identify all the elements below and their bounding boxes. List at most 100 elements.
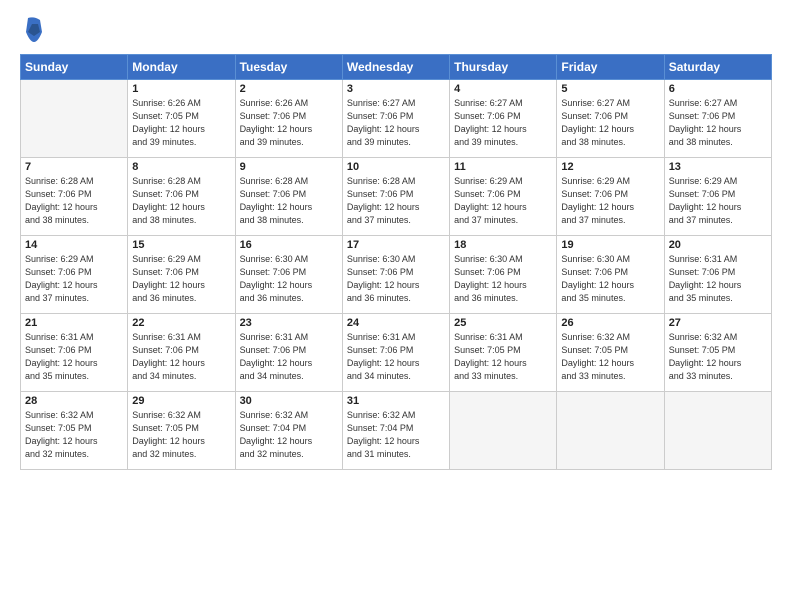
day-number: 1 xyxy=(132,83,230,95)
calendar-cell: 27Sunrise: 6:32 AM Sunset: 7:05 PM Dayli… xyxy=(664,314,771,392)
day-number: 28 xyxy=(25,395,123,407)
logo xyxy=(20,16,44,44)
day-number: 4 xyxy=(454,83,552,95)
calendar-cell xyxy=(557,392,664,470)
day-number: 18 xyxy=(454,239,552,251)
cell-info: Sunrise: 6:28 AM Sunset: 7:06 PM Dayligh… xyxy=(25,175,123,227)
calendar-cell: 23 Sunrise: 6:31 AM Sunset: 7:06 PM Dayli… xyxy=(235,314,342,392)
day-header-sunday: Sunday xyxy=(21,55,128,80)
day-number: 11 xyxy=(454,161,552,173)
calendar-cell xyxy=(664,392,771,470)
calendar-cell: 10Sunrise: 6:28 AM Sunset: 7:06 PM Dayli… xyxy=(342,158,449,236)
day-header-wednesday: Wednesday xyxy=(342,55,449,80)
calendar-cell xyxy=(450,392,557,470)
header xyxy=(20,16,772,44)
day-number: 24 xyxy=(347,317,445,329)
calendar-cell: 30 Sunrise: 6:32 AM Sunset: 7:04 PM Dayli… xyxy=(235,392,342,470)
cell-info: Sunrise: 6:29 AM Sunset: 7:06 PM Dayligh… xyxy=(669,175,767,227)
day-number: 25 xyxy=(454,317,552,329)
calendar-cell: 9 Sunrise: 6:28 AM Sunset: 7:06 PM Daylig… xyxy=(235,158,342,236)
cell-info: Sunrise: 6:31 AM Sunset: 7:06 PM Dayligh… xyxy=(347,331,445,383)
cell-info: Sunrise: 6:28 AM Sunset: 7:06 PM Dayligh… xyxy=(347,175,445,227)
calendar-cell: 25 Sunrise: 6:31 AM Sunset: 7:05 PM Dayli… xyxy=(450,314,557,392)
cell-info: Sunrise: 6:29 AM Sunset: 7:06 PM Dayligh… xyxy=(25,253,123,305)
day-header-saturday: Saturday xyxy=(664,55,771,80)
calendar-cell: 18 Sunrise: 6:30 AM Sunset: 7:06 PM Dayli… xyxy=(450,236,557,314)
day-number: 22 xyxy=(132,317,230,329)
calendar-cell: 20 Sunrise: 6:31 AM Sunset: 7:06 PM Dayli… xyxy=(664,236,771,314)
cell-info: Sunrise: 6:26 AM Sunset: 7:05 PM Dayligh… xyxy=(132,97,230,149)
day-number: 26 xyxy=(561,317,659,329)
day-number: 14 xyxy=(25,239,123,251)
day-number: 6 xyxy=(669,83,767,95)
calendar-cell: 11Sunrise: 6:29 AM Sunset: 7:06 PM Dayli… xyxy=(450,158,557,236)
calendar-cell: 3 Sunrise: 6:27 AM Sunset: 7:06 PM Daylig… xyxy=(342,80,449,158)
calendar-cell: 16 Sunrise: 6:30 AM Sunset: 7:06 PM Dayli… xyxy=(235,236,342,314)
week-row-5: 28 Sunrise: 6:32 AM Sunset: 7:05 PM Dayli… xyxy=(21,392,772,470)
cell-info: Sunrise: 6:32 AM Sunset: 7:05 PM Dayligh… xyxy=(25,409,123,461)
day-number: 2 xyxy=(240,83,338,95)
calendar-cell: 31 Sunrise: 6:32 AM Sunset: 7:04 PM Dayli… xyxy=(342,392,449,470)
cell-info: Sunrise: 6:32 AM Sunset: 7:04 PM Dayligh… xyxy=(347,409,445,461)
week-row-4: 21 Sunrise: 6:31 AM Sunset: 7:06 PM Dayli… xyxy=(21,314,772,392)
calendar-cell: 7 Sunrise: 6:28 AM Sunset: 7:06 PM Daylig… xyxy=(21,158,128,236)
day-number: 12 xyxy=(561,161,659,173)
calendar-cell: 22 Sunrise: 6:31 AM Sunset: 7:06 PM Dayli… xyxy=(128,314,235,392)
cell-info: Sunrise: 6:31 AM Sunset: 7:06 PM Dayligh… xyxy=(240,331,338,383)
cell-info: Sunrise: 6:30 AM Sunset: 7:06 PM Dayligh… xyxy=(240,253,338,305)
calendar-cell: 19Sunrise: 6:30 AM Sunset: 7:06 PM Dayli… xyxy=(557,236,664,314)
cell-info: Sunrise: 6:32 AM Sunset: 7:05 PM Dayligh… xyxy=(669,331,767,383)
calendar-page: SundayMondayTuesdayWednesdayThursdayFrid… xyxy=(0,0,792,612)
cell-info: Sunrise: 6:26 AM Sunset: 7:06 PM Dayligh… xyxy=(240,97,338,149)
day-header-thursday: Thursday xyxy=(450,55,557,80)
calendar-cell: 17 Sunrise: 6:30 AM Sunset: 7:06 PM Dayli… xyxy=(342,236,449,314)
cell-info: Sunrise: 6:31 AM Sunset: 7:06 PM Dayligh… xyxy=(25,331,123,383)
day-number: 16 xyxy=(240,239,338,251)
calendar-cell: 13Sunrise: 6:29 AM Sunset: 7:06 PM Dayli… xyxy=(664,158,771,236)
cell-info: Sunrise: 6:32 AM Sunset: 7:05 PM Dayligh… xyxy=(132,409,230,461)
calendar-cell xyxy=(21,80,128,158)
calendar-cell: 1 Sunrise: 6:26 AM Sunset: 7:05 PM Daylig… xyxy=(128,80,235,158)
cell-info: Sunrise: 6:32 AM Sunset: 7:04 PM Dayligh… xyxy=(240,409,338,461)
calendar-cell: 26 Sunrise: 6:32 AM Sunset: 7:05 PM Dayli… xyxy=(557,314,664,392)
calendar-cell: 8 Sunrise: 6:28 AM Sunset: 7:06 PM Daylig… xyxy=(128,158,235,236)
day-number: 23 xyxy=(240,317,338,329)
calendar-cell: 2 Sunrise: 6:26 AM Sunset: 7:06 PM Daylig… xyxy=(235,80,342,158)
cell-info: Sunrise: 6:32 AM Sunset: 7:05 PM Dayligh… xyxy=(561,331,659,383)
cell-info: Sunrise: 6:31 AM Sunset: 7:06 PM Dayligh… xyxy=(669,253,767,305)
cell-info: Sunrise: 6:30 AM Sunset: 7:06 PM Dayligh… xyxy=(347,253,445,305)
week-row-3: 14 Sunrise: 6:29 AM Sunset: 7:06 PM Dayli… xyxy=(21,236,772,314)
cell-info: Sunrise: 6:31 AM Sunset: 7:05 PM Dayligh… xyxy=(454,331,552,383)
day-number: 20 xyxy=(669,239,767,251)
day-number: 31 xyxy=(347,395,445,407)
day-number: 30 xyxy=(240,395,338,407)
logo-icon xyxy=(24,16,44,44)
calendar-cell: 4 Sunrise: 6:27 AM Sunset: 7:06 PM Daylig… xyxy=(450,80,557,158)
calendar-cell: 29 Sunrise: 6:32 AM Sunset: 7:05 PM Dayli… xyxy=(128,392,235,470)
calendar-cell: 5Sunrise: 6:27 AM Sunset: 7:06 PM Daylig… xyxy=(557,80,664,158)
day-header-tuesday: Tuesday xyxy=(235,55,342,80)
cell-info: Sunrise: 6:28 AM Sunset: 7:06 PM Dayligh… xyxy=(240,175,338,227)
day-number: 8 xyxy=(132,161,230,173)
calendar-table: SundayMondayTuesdayWednesdayThursdayFrid… xyxy=(20,54,772,470)
day-header-monday: Monday xyxy=(128,55,235,80)
day-number: 3 xyxy=(347,83,445,95)
calendar-cell: 24 Sunrise: 6:31 AM Sunset: 7:06 PM Dayli… xyxy=(342,314,449,392)
cell-info: Sunrise: 6:31 AM Sunset: 7:06 PM Dayligh… xyxy=(132,331,230,383)
day-number: 17 xyxy=(347,239,445,251)
calendar-header-row: SundayMondayTuesdayWednesdayThursdayFrid… xyxy=(21,55,772,80)
cell-info: Sunrise: 6:30 AM Sunset: 7:06 PM Dayligh… xyxy=(561,253,659,305)
calendar-cell: 12Sunrise: 6:29 AM Sunset: 7:06 PM Dayli… xyxy=(557,158,664,236)
calendar-cell: 21 Sunrise: 6:31 AM Sunset: 7:06 PM Dayli… xyxy=(21,314,128,392)
day-number: 21 xyxy=(25,317,123,329)
day-number: 29 xyxy=(132,395,230,407)
day-number: 7 xyxy=(25,161,123,173)
day-number: 9 xyxy=(240,161,338,173)
calendar-cell: 28 Sunrise: 6:32 AM Sunset: 7:05 PM Dayli… xyxy=(21,392,128,470)
cell-info: Sunrise: 6:27 AM Sunset: 7:06 PM Dayligh… xyxy=(669,97,767,149)
cell-info: Sunrise: 6:27 AM Sunset: 7:06 PM Dayligh… xyxy=(347,97,445,149)
cell-info: Sunrise: 6:30 AM Sunset: 7:06 PM Dayligh… xyxy=(454,253,552,305)
calendar-cell: 15Sunrise: 6:29 AM Sunset: 7:06 PM Dayli… xyxy=(128,236,235,314)
cell-info: Sunrise: 6:28 AM Sunset: 7:06 PM Dayligh… xyxy=(132,175,230,227)
cell-info: Sunrise: 6:27 AM Sunset: 7:06 PM Dayligh… xyxy=(454,97,552,149)
